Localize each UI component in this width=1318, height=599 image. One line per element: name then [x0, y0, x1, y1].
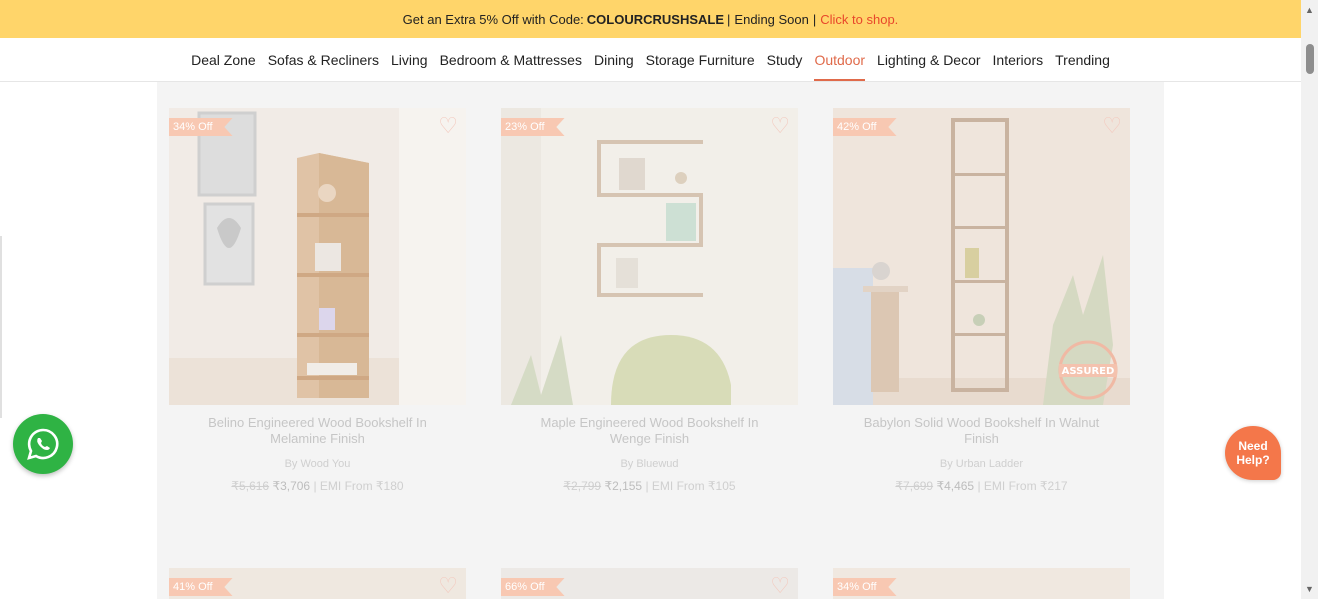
product-image[interactable]: 23% Off ♡ [501, 108, 798, 405]
assured-seal-text: ASSURED [1062, 366, 1115, 377]
nav-item-storage-furniture[interactable]: Storage Furniture [640, 38, 761, 81]
promo-text: Get an Extra 5% Off with Code: [402, 11, 584, 27]
product-image[interactable]: 41% Off ♡ [169, 568, 466, 599]
product-emi: | EMI From ₹217 [977, 479, 1068, 493]
product-mrp: ₹5,616 [231, 479, 270, 493]
promo-shop-link[interactable]: Click to shop. [820, 12, 898, 27]
product-sale-price: ₹3,706 [272, 479, 311, 493]
promo-ending: Ending Soon [734, 11, 809, 27]
heart-icon[interactable]: ♡ [438, 115, 458, 137]
product-card[interactable]: 34% Off ♡ Belino Engineered Wood Bookshe… [169, 108, 466, 493]
whatsapp-button[interactable] [13, 414, 73, 474]
nav-item-interiors[interactable]: Interiors [987, 38, 1050, 81]
product-mrp: ₹2,799 [563, 479, 602, 493]
nav-item-dining[interactable]: Dining [588, 38, 640, 81]
nav-item-study[interactable]: Study [761, 38, 809, 81]
promo-code: COLOURCRUSHSALE [586, 11, 725, 27]
product-image[interactable]: 66% Off ♡ [501, 568, 798, 599]
heart-icon[interactable]: ♡ [1102, 115, 1122, 137]
heart-icon[interactable]: ♡ [770, 115, 790, 137]
need-help-label: Need Help? [1236, 439, 1270, 467]
nav-item-living[interactable]: Living [385, 38, 434, 81]
heart-icon[interactable]: ♡ [438, 575, 458, 597]
left-edge-panel [0, 236, 2, 418]
product-image[interactable]: ASSURED 42% Off ♡ [833, 108, 1130, 405]
product-card[interactable]: ASSURED 42% Off ♡ Babylon Solid Wood Boo… [833, 108, 1130, 493]
nav-item-bedroom-mattresses[interactable]: Bedroom & Mattresses [434, 38, 588, 81]
product-image[interactable]: 34% Off [833, 568, 1130, 599]
main-nav: Deal Zone Sofas & Recliners Living Bedro… [0, 38, 1301, 82]
product-title[interactable]: Maple Engineered Wood Bookshelf In Wenge… [501, 415, 798, 447]
product-card[interactable]: 34% Off [833, 568, 1130, 599]
discount-badge: 66% Off [501, 578, 565, 596]
product-price: ₹7,699 ₹4,465 | EMI From ₹217 [833, 479, 1130, 493]
product-grid: 34% Off ♡ Belino Engineered Wood Bookshe… [157, 82, 1164, 599]
product-brand: By Wood You [284, 458, 351, 470]
nav-item-sofas-recliners[interactable]: Sofas & Recliners [262, 38, 385, 81]
product-price: ₹5,616 ₹3,706 | EMI From ₹180 [169, 479, 466, 493]
scrollbar-thumb[interactable] [1306, 44, 1314, 74]
whatsapp-icon [27, 428, 59, 460]
discount-badge: 42% Off [833, 118, 897, 136]
product-image[interactable]: 34% Off ♡ [169, 108, 466, 405]
product-brand: By Bluewud [620, 458, 679, 470]
scroll-down-arrow-icon[interactable]: ▼ [1301, 582, 1318, 596]
promo-separator: | [727, 11, 731, 27]
product-sale-price: ₹4,465 [936, 479, 975, 493]
nav-item-trending[interactable]: Trending [1049, 38, 1116, 81]
product-photo-wall-shelf [501, 108, 798, 405]
nav-item-outdoor[interactable]: Outdoor [808, 38, 871, 81]
product-sale-price: ₹2,155 [604, 479, 643, 493]
discount-badge: 41% Off [169, 578, 233, 596]
product-mrp: ₹7,699 [895, 479, 934, 493]
product-emi: | EMI From ₹105 [645, 479, 736, 493]
discount-badge: 34% Off [833, 578, 897, 596]
product-title[interactable]: Belino Engineered Wood Bookshelf In Mela… [169, 415, 466, 447]
discount-badge: 23% Off [501, 118, 565, 136]
nav-item-lighting-decor[interactable]: Lighting & Decor [871, 38, 987, 81]
product-card[interactable]: 23% Off ♡ Maple Engineered Wood Bookshel… [501, 108, 798, 493]
product-photo-corner-shelf [169, 108, 466, 405]
product-title[interactable]: Babylon Solid Wood Bookshelf In Walnut F… [833, 415, 1130, 447]
product-price: ₹2,799 ₹2,155 | EMI From ₹105 [501, 479, 798, 493]
discount-badge: 34% Off [169, 118, 233, 136]
need-help-button[interactable]: Need Help? [1225, 426, 1281, 480]
product-brand: By Urban Ladder [939, 458, 1024, 470]
product-card[interactable]: 66% Off ♡ [501, 568, 798, 599]
product-photo-tall-bookshelf: ASSURED [833, 108, 1130, 405]
heart-icon[interactable]: ♡ [770, 575, 790, 597]
product-card[interactable]: 41% Off ♡ [169, 568, 466, 599]
scroll-up-arrow-icon[interactable]: ▲ [1301, 3, 1318, 17]
page-scrollbar[interactable]: ▲ ▼ [1301, 0, 1318, 599]
product-emi: | EMI From ₹180 [313, 479, 404, 493]
nav-item-deal-zone[interactable]: Deal Zone [185, 38, 262, 81]
promo-separator: | [812, 11, 817, 27]
promo-banner[interactable]: Get an Extra 5% Off with Code: COLOURCRU… [0, 0, 1301, 38]
